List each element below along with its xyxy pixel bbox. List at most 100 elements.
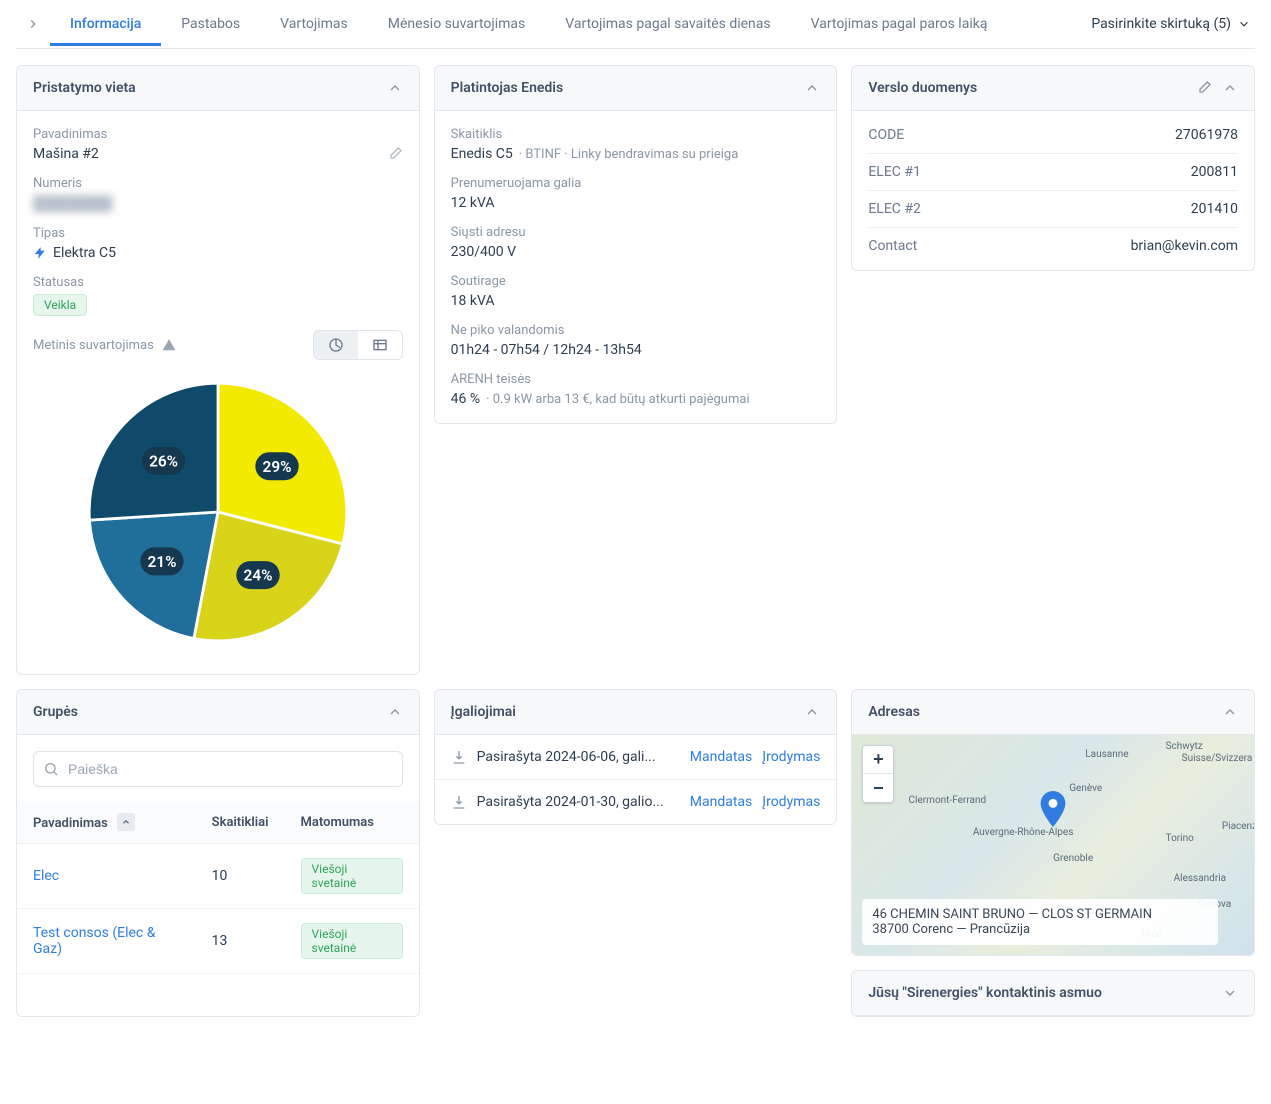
map-zoom-controls: + − [862, 745, 894, 803]
collapse-icon[interactable] [804, 704, 820, 720]
address-title: Adresas [868, 704, 920, 720]
type-label: Tipas [33, 226, 403, 241]
soutirage-label: Soutirage [451, 274, 821, 289]
annual-label: Metinis suvartojimas [33, 338, 154, 353]
edit-name-icon[interactable] [387, 146, 403, 162]
groups-search-input[interactable] [33, 751, 403, 787]
table-row: Test consos (Elec & Gaz) 13 Viešoji svet… [17, 909, 419, 974]
col-meters[interactable]: Skaitikliai [196, 801, 285, 844]
arenh-value: 46 % [451, 391, 480, 407]
business-title: Verslo duomenys [868, 80, 977, 96]
bolt-icon [33, 246, 47, 260]
auth-text: Pasirašyta 2024-06-06, gali... [477, 749, 680, 765]
col-visibility[interactable]: Matomumas [285, 801, 419, 844]
collapse-icon[interactable] [387, 80, 403, 96]
address-line1: 46 CHEMIN SAINT BRUNO — CLOS ST GERMAIN [872, 907, 1208, 922]
tab-pastabos[interactable]: Pastabos [161, 2, 260, 46]
groups-card: Grupės P [16, 689, 420, 1017]
tab-paros-laika[interactable]: Vartojimas pagal paros laiką [791, 2, 1008, 46]
arenh-label: ARENH teisės [451, 372, 821, 387]
svg-text:24%: 24% [243, 567, 272, 585]
sort-asc-icon [117, 813, 135, 831]
auth-text: Pasirašyta 2024-01-30, galio... [477, 794, 680, 810]
toggle-table-view[interactable] [358, 331, 402, 359]
warning-icon [162, 338, 176, 352]
tab-selector-label: Pasirinkite skirtuką (5) [1091, 16, 1231, 32]
offpeak-value: 01h24 - 07h54 / 12h24 - 13h54 [451, 342, 821, 358]
edit-business-icon[interactable] [1196, 80, 1212, 96]
download-icon[interactable] [451, 749, 467, 765]
business-row: ELEC #1200811 [868, 154, 1238, 191]
distributor-title: Platintojas Enedis [451, 80, 564, 96]
group-link[interactable]: Elec [33, 868, 59, 884]
collapse-icon[interactable] [1222, 80, 1238, 96]
offpeak-label: Ne piko valandomis [451, 323, 821, 338]
address-card: Adresas Lausanne Schwytz Suisse/Svizzera… [851, 689, 1255, 956]
collapse-icon[interactable] [804, 80, 820, 96]
tab-informacija[interactable]: Informacija [50, 2, 161, 46]
annual-pie-chart: 29% 24% 21% 26% [33, 360, 403, 658]
mandate-link[interactable]: Mandatas [690, 749, 753, 765]
svg-text:26%: 26% [149, 452, 178, 470]
proof-link[interactable]: Įrodymas [762, 794, 820, 810]
business-row: Contactbrian@kevin.com [868, 228, 1238, 264]
type-value: Elektra C5 [53, 245, 116, 261]
map-zoom-out[interactable]: − [863, 774, 893, 802]
proof-link[interactable]: Įrodymas [762, 749, 820, 765]
tab-menesio[interactable]: Mėnesio suvartojimas [368, 2, 546, 46]
svg-text:21%: 21% [147, 553, 176, 571]
chart-view-toggle [313, 330, 403, 360]
number-label: Numeris [33, 176, 403, 191]
tabs-row: Informacija Pastabos Vartojimas Mėnesio … [16, 0, 1255, 49]
map-zoom-in[interactable]: + [863, 746, 893, 774]
download-icon[interactable] [451, 794, 467, 810]
auth-title: Įgaliojimai [451, 704, 516, 720]
tab-vartojimas[interactable]: Vartojimas [260, 2, 368, 46]
status-label: Statusas [33, 275, 403, 290]
power-label: Prenumeruojama galia [451, 176, 821, 191]
address-line2: 38700 Corenc — Prancūzija [872, 922, 1208, 937]
tab-savaites-dienas[interactable]: Vartojimas pagal savaitės dienas [545, 2, 790, 46]
map[interactable]: Lausanne Schwytz Suisse/Svizzera Clermon… [852, 735, 1254, 955]
group-meters: 13 [196, 909, 285, 974]
contact-person-card: Jūsų "Sirenergies" kontaktinis asmuo [851, 970, 1255, 1017]
groups-table: Pavadinimas Skaitikliai Matomumas Elec 1… [17, 801, 419, 974]
group-meters: 10 [196, 844, 285, 909]
number-value: ████████ [33, 195, 403, 212]
delivery-card: Pristatymo vieta Pavadinimas Mašina #2 [16, 65, 420, 675]
visibility-badge: Viešoji svetainė [301, 858, 403, 894]
auth-row: Pasirašyta 2024-06-06, gali... Mandatas … [435, 735, 837, 780]
map-pin-icon [1039, 791, 1067, 827]
delivery-card-title: Pristatymo vieta [33, 80, 136, 96]
business-row: CODE27061978 [868, 117, 1238, 154]
toggle-chart-view[interactable] [314, 331, 358, 359]
tabs-list: Informacija Pastabos Vartojimas Mėnesio … [50, 2, 1091, 46]
business-card: Verslo duomenys CODE27061978 ELEC #12008… [851, 65, 1255, 271]
auth-row: Pasirašyta 2024-01-30, galio... Mandatas… [435, 780, 837, 824]
tabs-chevron-right[interactable] [16, 17, 50, 31]
svg-text:29%: 29% [262, 458, 291, 476]
mandate-link[interactable]: Mandatas [690, 794, 753, 810]
authorizations-card: Įgaliojimai Pasirašyta 2024-06-06, gali.… [434, 689, 838, 825]
search-icon [43, 761, 59, 777]
tab-selector-dropdown[interactable]: Pasirinkite skirtuką (5) [1091, 16, 1255, 32]
meter-label: Skaitiklis [451, 127, 821, 142]
arenh-sub: 0.9 kW arba 13 €, kad būtų atkurti pajėg… [493, 392, 750, 407]
distributor-card: Platintojas Enedis Skaitiklis Enedis C5 … [434, 65, 838, 424]
meter-value: Enedis C5 [451, 146, 513, 162]
collapse-icon[interactable] [387, 704, 403, 720]
col-name[interactable]: Pavadinimas [17, 801, 196, 844]
contact-person-toggle[interactable]: Jūsų "Sirenergies" kontaktinis asmuo [852, 971, 1254, 1016]
map-address-overlay: 46 CHEMIN SAINT BRUNO — CLOS ST GERMAIN … [862, 899, 1218, 945]
power-value: 12 kVA [451, 195, 821, 211]
group-link[interactable]: Test consos (Elec & Gaz) [33, 925, 155, 957]
collapse-icon[interactable] [1222, 704, 1238, 720]
name-label: Pavadinimas [33, 127, 403, 142]
send-value: 230/400 V [451, 244, 821, 260]
status-badge: Veikla [33, 294, 87, 316]
chevron-down-icon [1222, 985, 1238, 1001]
chevron-down-icon [1237, 17, 1251, 31]
soutirage-value: 18 kVA [451, 293, 821, 309]
send-label: Siųsti adresu [451, 225, 821, 240]
business-row: ELEC #2201410 [868, 191, 1238, 228]
